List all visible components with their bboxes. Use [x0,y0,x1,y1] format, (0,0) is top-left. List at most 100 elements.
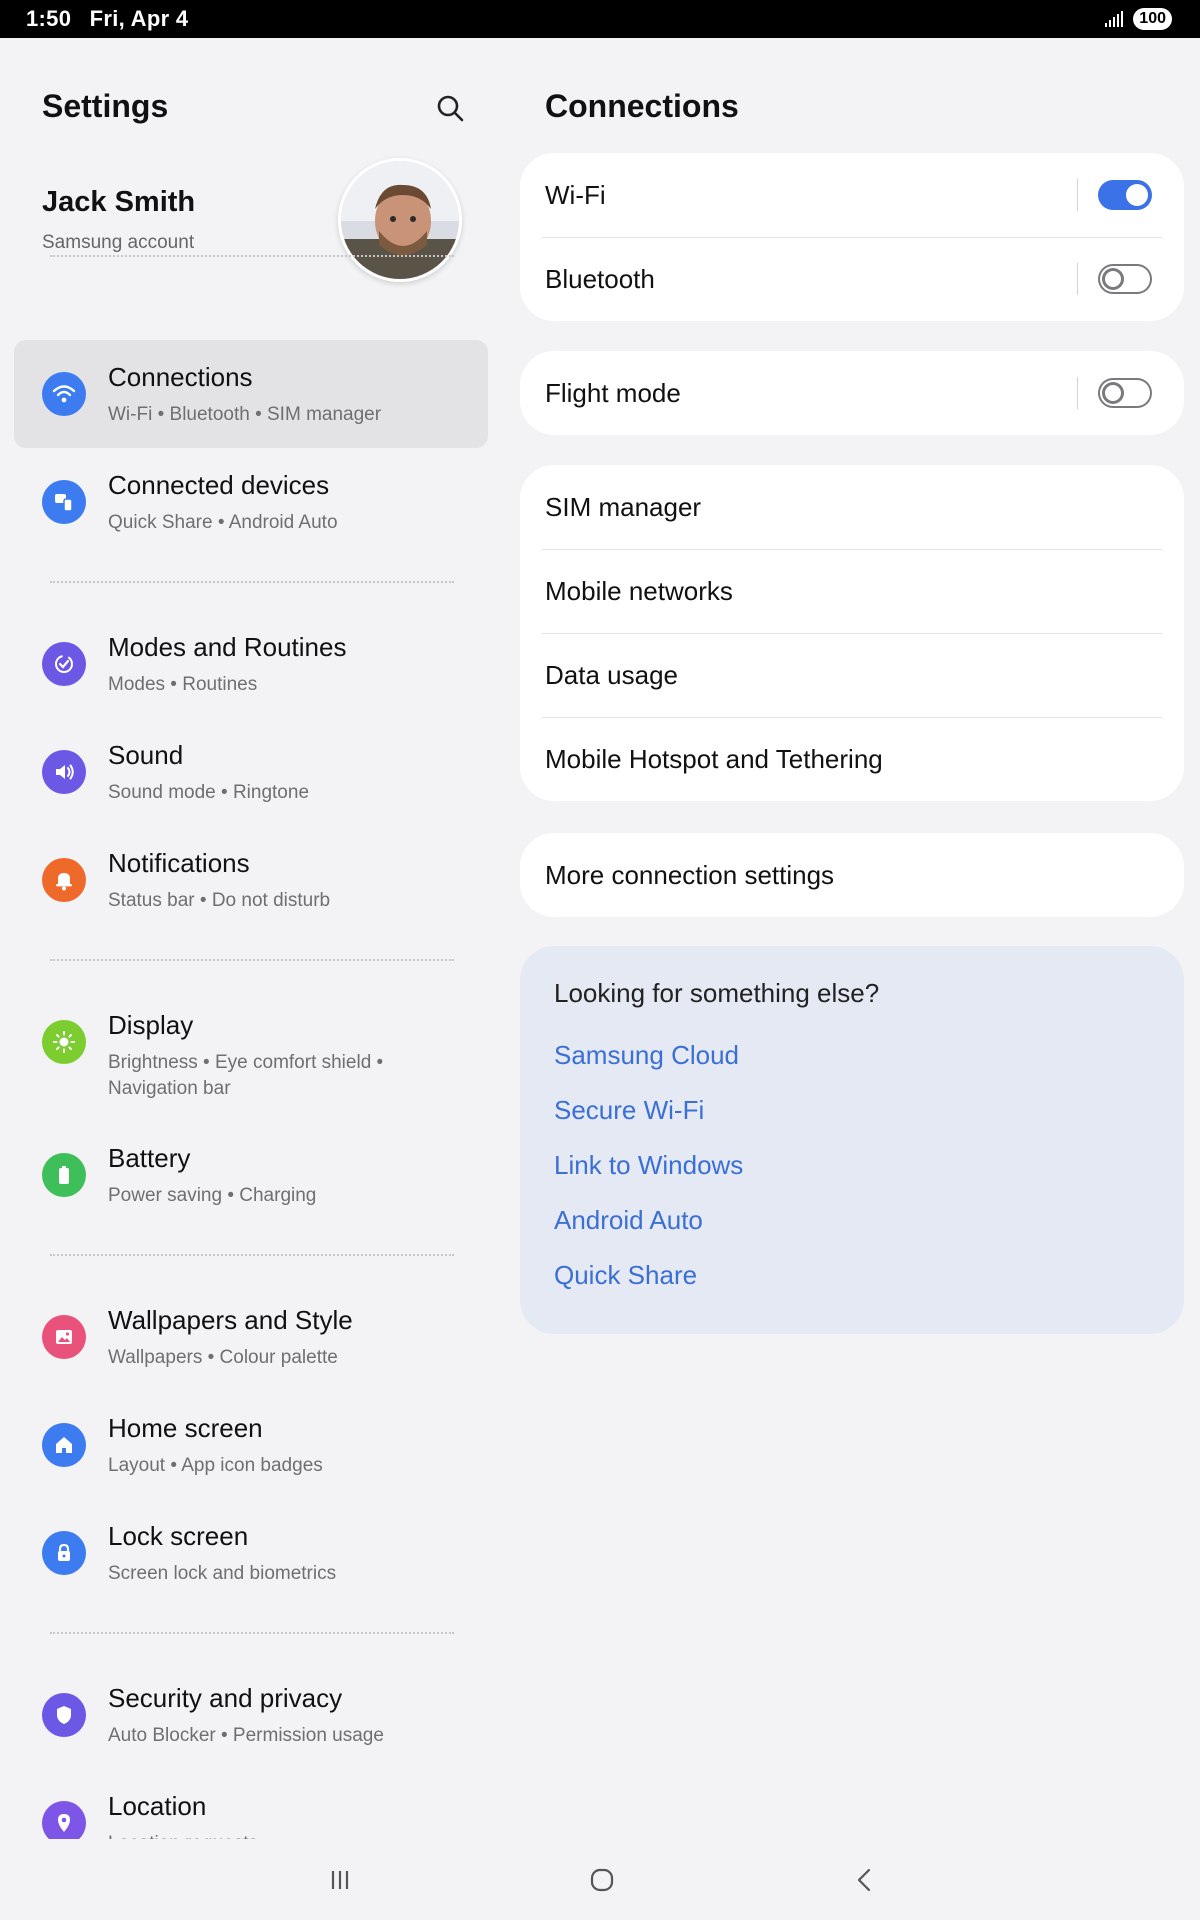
sim-manager-row[interactable]: SIM manager [520,465,1184,549]
divider [50,959,454,961]
sun-icon [42,1020,86,1064]
location-pin-icon [42,1801,86,1839]
network-card: SIM manager Mobile networks Data usage M… [520,465,1184,801]
sidebar-item-label: Battery [108,1143,191,1173]
sidebar-item-sound[interactable]: Sound Sound mode • Ringtone [14,718,488,826]
sidebar-item-label: Display [108,1010,194,1040]
hotspot-label: Mobile Hotspot and Tethering [545,743,883,774]
sidebar-item-label: Home screen [108,1413,263,1443]
status-bar-right: 100 [1105,8,1172,30]
sidebar-item-subtitle: Quick Share • Android Auto [108,512,338,533]
data-usage-row[interactable]: Data usage [520,633,1184,717]
speaker-icon [42,750,86,794]
link-samsung-cloud[interactable]: Samsung Cloud [554,1040,739,1071]
sidebar-item-home-screen[interactable]: Home screen Layout • App icon badges [14,1391,488,1499]
search-button[interactable] [430,88,470,128]
sidebar-item-label: Sound [108,740,184,770]
sidebar-item-security-privacy[interactable]: Security and privacy Auto Blocker • Perm… [14,1661,488,1769]
suggestions-card: Looking for something else? Samsung Clou… [520,946,1184,1334]
sidebar-item-label: Security and privacy [108,1683,343,1713]
link-secure-wifi[interactable]: Secure Wi-Fi [554,1095,704,1126]
page-title: Settings [42,88,169,124]
sim-manager-label: SIM manager [545,491,702,522]
sidebar-item-subtitle: Brightness • Eye comfort shield • Naviga… [108,1052,384,1099]
avatar[interactable] [338,158,462,282]
sidebar-item-connections[interactable]: Connections Wi-Fi • Bluetooth • SIM mana… [14,340,488,448]
battery-icon [42,1153,86,1197]
routines-icon [42,642,86,686]
more-connection-settings-label: More connection settings [545,859,835,890]
sidebar-item-label: Connections [108,362,253,392]
recents-button[interactable] [318,1858,362,1902]
sidebar-item-subtitle: Modes • Routines [108,674,258,695]
back-button[interactable] [843,1858,887,1902]
divider [50,1632,454,1634]
signal-icon [1105,11,1124,27]
mobile-networks-row[interactable]: Mobile networks [520,549,1184,633]
data-usage-label: Data usage [545,659,678,690]
suggestions-title: Looking for something else? [554,978,880,1008]
image-icon [42,1315,86,1359]
more-settings-card: More connection settings [520,833,1184,917]
link-quick-share[interactable]: Quick Share [554,1260,697,1291]
bell-icon [42,858,86,902]
sidebar-item-subtitle: Layout • App icon badges [108,1455,323,1476]
home-button[interactable] [580,1858,624,1902]
sidebar-item-subtitle: Wallpapers • Colour palette [108,1347,338,1368]
wifi-row[interactable]: Wi-Fi [520,153,1184,237]
divider [1077,179,1078,211]
lock-icon [42,1531,86,1575]
flight-mode-card: Flight mode [520,351,1184,435]
search-icon [437,95,464,122]
sidebar-item-wallpapers[interactable]: Wallpapers and Style Wallpapers • Colour… [14,1283,488,1391]
profile-subtitle: Samsung account [42,232,195,253]
flight-mode-toggle[interactable] [1098,378,1152,408]
sidebar-item-battery[interactable]: Battery Power saving • Charging [14,1121,488,1229]
navigation-bar [0,1840,1200,1920]
sidebar-item-connected-devices[interactable]: Connected devices Quick Share • Android … [14,448,488,556]
sidebar-item-display[interactable]: Display Brightness • Eye comfort shield … [14,988,488,1118]
wifi-label: Wi-Fi [545,179,606,210]
profile-name[interactable]: Jack Smith [42,186,195,219]
sidebar-item-subtitle: Auto Blocker • Permission usage [108,1725,384,1746]
bluetooth-toggle[interactable] [1098,264,1152,294]
divider [50,1254,454,1256]
sidebar-item-modes-routines[interactable]: Modes and Routines Modes • Routines [14,610,488,718]
divider [50,581,454,583]
divider [1077,377,1078,409]
shield-icon [42,1693,86,1737]
wifi-toggle[interactable] [1098,180,1152,210]
wifi-icon [42,372,86,416]
sidebar-item-label: Notifications [108,848,250,878]
status-date: Fri, Apr 4 [89,6,189,31]
bluetooth-label: Bluetooth [545,263,655,294]
sidebar-item-subtitle: Location requests [108,1831,448,1839]
sidebar-item-label: Modes and Routines [108,632,347,662]
sidebar-item-location[interactable]: Location Location requests [14,1769,488,1839]
battery-level: 100 [1133,8,1172,30]
mobile-networks-label: Mobile networks [545,575,733,606]
sidebar-item-lock-screen[interactable]: Lock screen Screen lock and biometrics [14,1499,488,1607]
recents-icon [331,1871,349,1889]
wifi-bluetooth-card: Wi-Fi Bluetooth [520,153,1184,321]
sidebar-item-label: Location [108,1791,207,1821]
hotspot-row[interactable]: Mobile Hotspot and Tethering [520,717,1184,801]
sidebar-item-subtitle: Wi-Fi • Bluetooth • SIM manager [108,404,382,425]
sidebar-item-notifications[interactable]: Notifications Status bar • Do not distur… [14,826,488,934]
home-nav-icon [590,1868,614,1892]
status-time: 1:50 [26,6,72,31]
flight-mode-label: Flight mode [545,377,681,408]
divider [50,255,454,257]
link-to-windows[interactable]: Link to Windows [554,1150,743,1181]
back-icon [857,1868,871,1892]
status-bar-left: 1:50 Fri, Apr 4 [26,6,200,32]
sidebar-item-subtitle: Sound mode • Ringtone [108,782,310,803]
sidebar-item-label: Connected devices [108,470,330,500]
more-connection-settings-row[interactable]: More connection settings [520,833,1184,917]
devices-icon [42,480,86,524]
bluetooth-row[interactable]: Bluetooth [520,237,1184,321]
flight-mode-row[interactable]: Flight mode [520,351,1184,435]
sidebar-item-subtitle: Status bar • Do not disturb [108,890,331,911]
link-android-auto[interactable]: Android Auto [554,1205,703,1236]
settings-list-pane: Settings Jack Smith Samsung account Conn… [0,38,500,1839]
